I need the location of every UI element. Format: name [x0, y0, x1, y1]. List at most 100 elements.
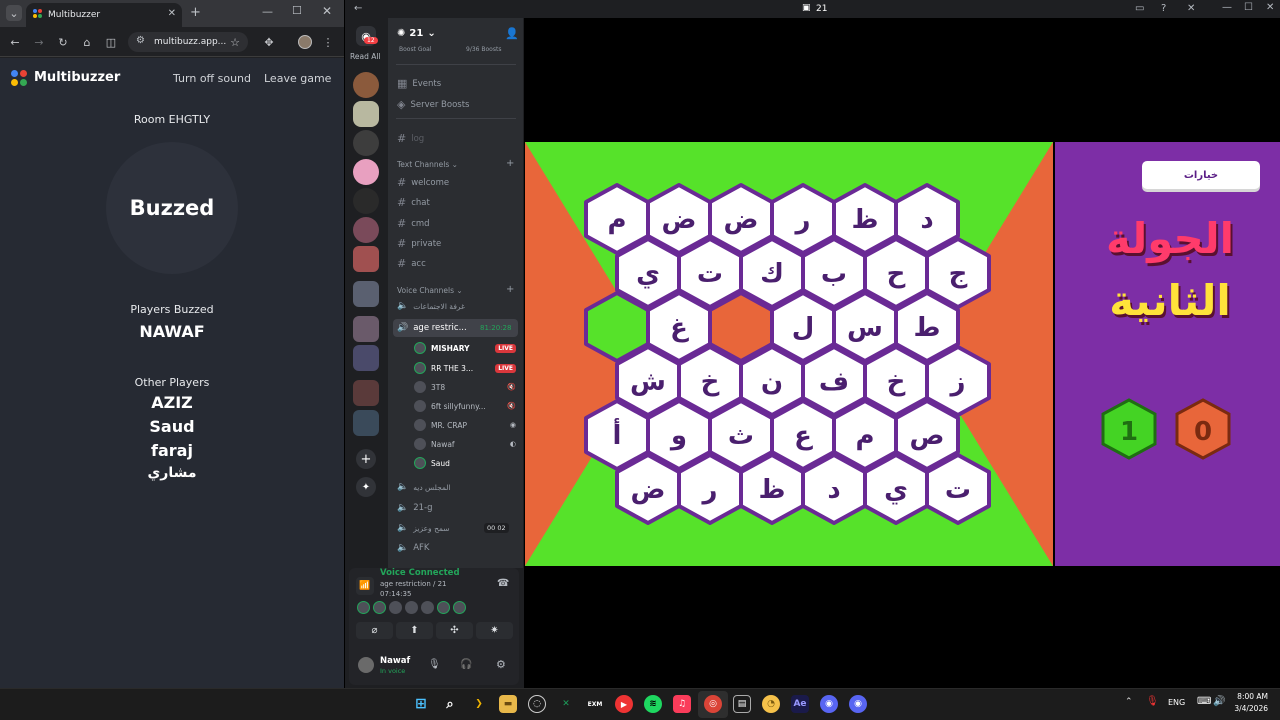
- voice-user[interactable]: 3T8 🔇: [414, 381, 516, 393]
- voice-user[interactable]: 6ft sillyfunny... 🔇: [414, 400, 516, 412]
- hex-cell[interactable]: ض: [615, 453, 681, 525]
- back-arrow-icon[interactable]: ←: [354, 3, 362, 14]
- browser-menu-icon[interactable]: ⋮: [320, 34, 336, 50]
- voice-location[interactable]: age restriction / 21: [380, 580, 446, 588]
- discord-icon[interactable]: ◉: [849, 695, 867, 713]
- minimize-icon[interactable]: —: [262, 5, 273, 18]
- server-folder[interactable]: [353, 410, 379, 436]
- voice-user[interactable]: Saud: [414, 457, 516, 469]
- channel-cmd[interactable]: # cmd: [397, 217, 430, 230]
- add-server-icon[interactable]: +: [356, 449, 376, 469]
- hex-cell[interactable]: ت: [925, 453, 991, 525]
- explore-icon[interactable]: ✦: [356, 477, 376, 497]
- split-view-icon[interactable]: ◫: [103, 34, 119, 50]
- screen-share-button[interactable]: ⬆: [396, 622, 433, 639]
- invite-icon[interactable]: 👤: [505, 27, 519, 40]
- hex-cell[interactable]: ر: [677, 453, 743, 525]
- server-icon[interactable]: [353, 188, 379, 214]
- channel-chat[interactable]: # chat: [397, 196, 430, 209]
- channel-welcome[interactable]: # welcome: [397, 176, 449, 189]
- music-icon[interactable]: ♫: [673, 695, 691, 713]
- server-folder[interactable]: [353, 281, 379, 307]
- leave-game-link[interactable]: Leave game: [264, 72, 331, 85]
- soundboard-button[interactable]: ✷: [476, 622, 513, 639]
- server-boosts-item[interactable]: ◈ Server Boosts: [397, 98, 469, 111]
- disconnect-icon[interactable]: ☎: [497, 578, 509, 589]
- app-icon[interactable]: ▤: [733, 695, 751, 713]
- tools-icon[interactable]: ✕: [1187, 3, 1195, 14]
- new-tab-icon[interactable]: +: [190, 5, 201, 20]
- camera-off-button[interactable]: ⌀: [356, 622, 393, 639]
- channel-private[interactable]: # private: [397, 237, 441, 250]
- voice-user[interactable]: MR. CRAP ◉: [414, 419, 516, 431]
- bookmark-star-icon[interactable]: ☆: [227, 34, 243, 50]
- voice-channel[interactable]: 🔈 21-g: [397, 503, 433, 513]
- voice-user[interactable]: Nawaf ◐: [414, 438, 516, 450]
- clock-date[interactable]: 3/4/2026: [1230, 704, 1268, 713]
- clock-time[interactable]: 8:00 AM: [1236, 692, 1268, 701]
- forward-icon[interactable]: →: [31, 34, 47, 50]
- app-icon[interactable]: EXM: [586, 695, 604, 713]
- server-header[interactable]: ✺ 21 ⌄: [397, 28, 436, 39]
- voice-channel[interactable]: 🔈 AFK: [397, 543, 430, 553]
- add-channel-icon[interactable]: +: [506, 158, 514, 169]
- help-icon[interactable]: ?: [1161, 3, 1166, 14]
- server-folder[interactable]: [353, 380, 379, 406]
- hex-cell[interactable]: ظ: [739, 453, 805, 525]
- voice-channel[interactable]: 🔈 سمح وعزيز: [397, 523, 450, 533]
- windows-start-icon[interactable]: ⊞: [412, 695, 430, 713]
- channel-log[interactable]: # log: [397, 132, 424, 145]
- server-icon[interactable]: [353, 159, 379, 185]
- tray-chevron-icon[interactable]: ⌃: [1125, 697, 1133, 707]
- voice-channel[interactable]: 🔈 غرفة الاجتماعات: [397, 301, 465, 311]
- activities-button[interactable]: ✣: [436, 622, 473, 639]
- tab-search-icon[interactable]: ⌄: [6, 5, 22, 21]
- text-channels-category[interactable]: Text Channels ⌄: [397, 160, 458, 169]
- maximize-icon[interactable]: ☐: [1244, 2, 1253, 13]
- voice-user[interactable]: MISHARY LIVE: [414, 342, 516, 354]
- tab-close-icon[interactable]: ✕: [168, 8, 176, 19]
- profile-avatar[interactable]: [298, 35, 312, 49]
- server-icon[interactable]: [353, 217, 379, 243]
- browser-tab[interactable]: Multibuzzer ✕: [26, 3, 182, 27]
- site-info-icon[interactable]: ⚙: [136, 35, 145, 46]
- server-folder[interactable]: [353, 345, 379, 371]
- read-all-button[interactable]: Read All: [350, 52, 381, 61]
- spotify-icon[interactable]: ≋: [644, 695, 662, 713]
- server-folder[interactable]: [353, 246, 379, 272]
- voice-channel[interactable]: 🔈 المجلس ديه: [397, 482, 451, 492]
- volume-icon[interactable]: 🔊: [1213, 696, 1225, 707]
- headphones-icon[interactable]: 🎧: [460, 659, 472, 670]
- choices-button[interactable]: خيارات: [1142, 161, 1260, 189]
- buzz-button[interactable]: Buzzed: [106, 142, 238, 274]
- reload-icon[interactable]: ↻: [55, 34, 71, 50]
- app-icon[interactable]: ❯: [470, 695, 488, 713]
- back-icon[interactable]: ←: [7, 34, 23, 50]
- minimize-icon[interactable]: —: [1222, 2, 1232, 13]
- media-player-icon[interactable]: ▶: [615, 695, 633, 713]
- app-icon[interactable]: ◔: [762, 695, 780, 713]
- chrome-icon[interactable]: ◎: [704, 695, 722, 713]
- network-icon[interactable]: ⌨: [1197, 696, 1211, 707]
- voice-user[interactable]: RR THE 3... LIVE: [414, 362, 516, 374]
- extensions-icon[interactable]: ✥: [261, 34, 277, 50]
- turn-off-sound-link[interactable]: Turn off sound: [173, 72, 251, 85]
- home-icon[interactable]: ⌂: [79, 34, 95, 50]
- gear-icon[interactable]: ⚙: [496, 658, 506, 671]
- events-item[interactable]: ▦ Events: [397, 77, 441, 90]
- signal-icon[interactable]: 📶: [356, 577, 374, 595]
- server-icon[interactable]: [353, 130, 379, 156]
- app-icon[interactable]: ✕: [557, 695, 575, 713]
- close-icon[interactable]: ✕: [1266, 2, 1274, 13]
- server-icon[interactable]: [353, 72, 379, 98]
- after-effects-icon[interactable]: Ae: [791, 695, 809, 713]
- server-folder[interactable]: [353, 316, 379, 342]
- game-board[interactable]: م ض ض ر ظ دي ت ك ب ح جغ ل س طش خ ن ف خ زأ و ث ع م صض ر ظ د ي ت: [525, 142, 1053, 566]
- microphone-icon[interactable]: 🎙: [1146, 696, 1159, 707]
- maximize-icon[interactable]: ☐: [292, 4, 302, 17]
- language-indicator[interactable]: ENG: [1168, 698, 1185, 707]
- hex-cell[interactable]: د: [801, 453, 867, 525]
- add-channel-icon[interactable]: +: [506, 284, 514, 295]
- search-icon[interactable]: ⌕: [441, 695, 459, 713]
- voice-channels-category[interactable]: Voice Channels ⌄: [397, 286, 463, 295]
